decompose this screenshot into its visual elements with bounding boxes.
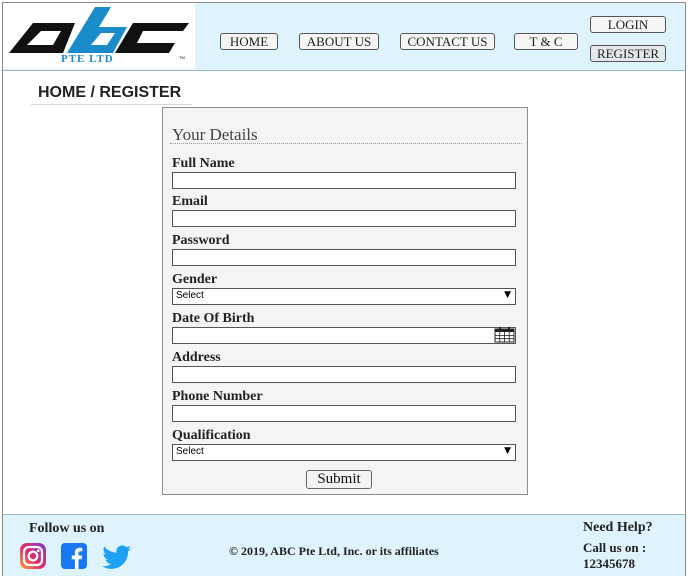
phone-number-label: Phone Number bbox=[172, 389, 263, 404]
form-title: Your Details bbox=[172, 125, 258, 144]
form-title-divider bbox=[170, 143, 522, 144]
phone-number-input[interactable] bbox=[172, 405, 516, 422]
call-us-label: Call us on : bbox=[583, 540, 647, 555]
nav-terms-button[interactable]: T & C bbox=[514, 33, 578, 50]
instagram-icon[interactable] bbox=[19, 542, 47, 570]
login-button[interactable]: LOGIN bbox=[590, 16, 666, 33]
email-input[interactable] bbox=[172, 210, 516, 227]
svg-text:TM: TM bbox=[179, 55, 185, 60]
date-of-birth-input[interactable] bbox=[172, 327, 516, 344]
nav-contact-button[interactable]: CONTACT US bbox=[400, 33, 495, 50]
gender-select[interactable]: Select ▼ bbox=[172, 288, 516, 305]
qualification-label: Qualification bbox=[172, 428, 251, 443]
date-of-birth-label: Date Of Birth bbox=[172, 311, 255, 326]
calendar-icon[interactable] bbox=[494, 327, 515, 343]
company-logo[interactable]: TM PTE LTD bbox=[3, 3, 195, 69]
submit-button[interactable]: Submit bbox=[306, 470, 372, 489]
help-phone-number[interactable]: 12345678 bbox=[583, 556, 635, 572]
gender-selected-value: Select bbox=[176, 290, 204, 301]
password-input[interactable] bbox=[172, 249, 516, 266]
qualification-selected-value: Select bbox=[176, 446, 204, 457]
copyright-text: © 2019, ABC Pte Ltd, Inc. or its affilia… bbox=[229, 544, 439, 558]
full-name-input[interactable] bbox=[172, 172, 516, 189]
qualification-select[interactable]: Select ▼ bbox=[172, 444, 516, 461]
need-help-heading: Need Help? bbox=[583, 520, 653, 535]
register-button[interactable]: REGISTER bbox=[590, 45, 666, 62]
breadcrumb: HOME / REGISTER bbox=[31, 83, 192, 105]
twitter-icon[interactable] bbox=[102, 542, 132, 570]
logo-company-text: PTE LTD bbox=[61, 53, 114, 65]
password-label: Password bbox=[172, 233, 230, 248]
follow-us-label: Follow us on bbox=[29, 521, 105, 536]
address-label: Address bbox=[172, 350, 221, 365]
email-label: Email bbox=[172, 194, 208, 209]
dropdown-arrow-icon: ▼ bbox=[504, 446, 511, 456]
nav-about-button[interactable]: ABOUT US bbox=[299, 33, 379, 50]
address-input[interactable] bbox=[172, 366, 516, 383]
facebook-icon[interactable] bbox=[60, 542, 88, 570]
dropdown-arrow-icon: ▼ bbox=[504, 290, 511, 300]
breadcrumb-text: HOME / REGISTER bbox=[38, 84, 182, 101]
gender-label: Gender bbox=[172, 272, 218, 287]
full-name-label: Full Name bbox=[172, 156, 235, 171]
nav-home-button[interactable]: HOME bbox=[220, 33, 278, 50]
